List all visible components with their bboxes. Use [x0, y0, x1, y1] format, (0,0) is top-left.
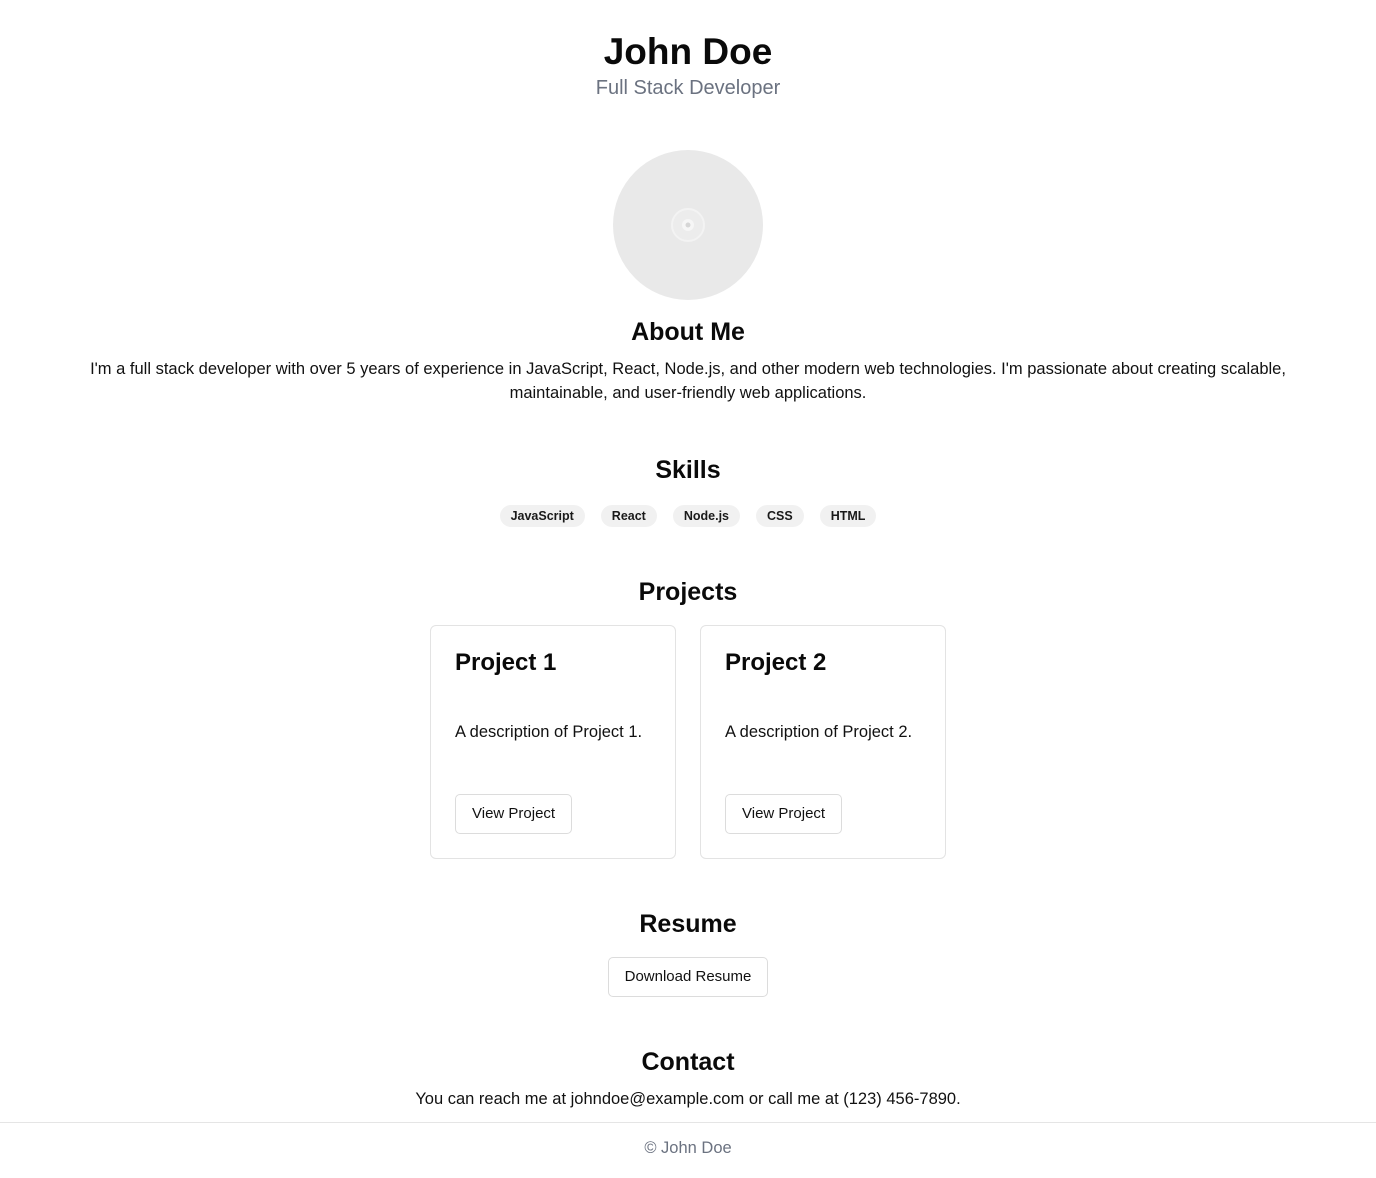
page-subtitle: Full Stack Developer [595, 77, 781, 99]
project-card-description: A description of Project 1. [455, 723, 643, 741]
download-resume-button[interactable]: Download Resume [607, 957, 769, 997]
skill-badge-html: HTML [819, 505, 877, 527]
project-list: Project 1 A description of Project 1. Vi… [0, 625, 1376, 859]
avatar-container [0, 150, 1376, 300]
project-card-description: A description of Project 2. [725, 723, 913, 741]
portfolio-page: John Doe Full Stack Developer About Me I… [0, 0, 1376, 1178]
skill-badge-javascript: JavaScript [499, 505, 585, 527]
projects-section: Projects Project 1 A description of Proj… [0, 577, 1376, 859]
resume-section: Resume Download Resume [0, 909, 1376, 997]
project-card-title: Project 1 [455, 649, 557, 676]
project-card-title: Project 2 [725, 649, 827, 676]
project-card-1: Project 1 A description of Project 1. Vi… [430, 625, 676, 859]
project-card-2: Project 2 A description of Project 2. Vi… [700, 625, 946, 859]
contact-section: Contact You can reach me at johndoe@exam… [0, 1047, 1376, 1111]
about-section: About Me I'm a full stack developer with… [0, 317, 1376, 405]
image-placeholder-icon [671, 208, 705, 242]
footer-copyright: © John Doe [644, 1139, 732, 1157]
projects-title: Projects [638, 578, 738, 606]
skill-badge-css: CSS [756, 505, 804, 527]
avatar [613, 150, 763, 300]
skill-badge-react: React [600, 505, 657, 527]
skill-badge-nodejs: Node.js [672, 505, 740, 527]
resume-title: Resume [639, 910, 737, 938]
page-title: John Doe [603, 31, 773, 72]
view-project-1-button[interactable]: View Project [455, 794, 573, 834]
about-text: I'm a full stack developer with over 5 y… [90, 360, 1286, 402]
skills-section: Skills JavaScript React Node.js CSS HTML [0, 455, 1376, 527]
contact-text: You can reach me at johndoe@example.com … [415, 1090, 961, 1108]
skills-title: Skills [655, 456, 721, 484]
page-footer: © John Doe [0, 1122, 1376, 1159]
contact-title: Contact [641, 1048, 735, 1076]
skill-list: JavaScript React Node.js CSS HTML [0, 505, 1376, 527]
page-header: John Doe Full Stack Developer [0, 0, 1376, 100]
about-title: About Me [631, 318, 745, 346]
view-project-2-button[interactable]: View Project [725, 794, 843, 834]
